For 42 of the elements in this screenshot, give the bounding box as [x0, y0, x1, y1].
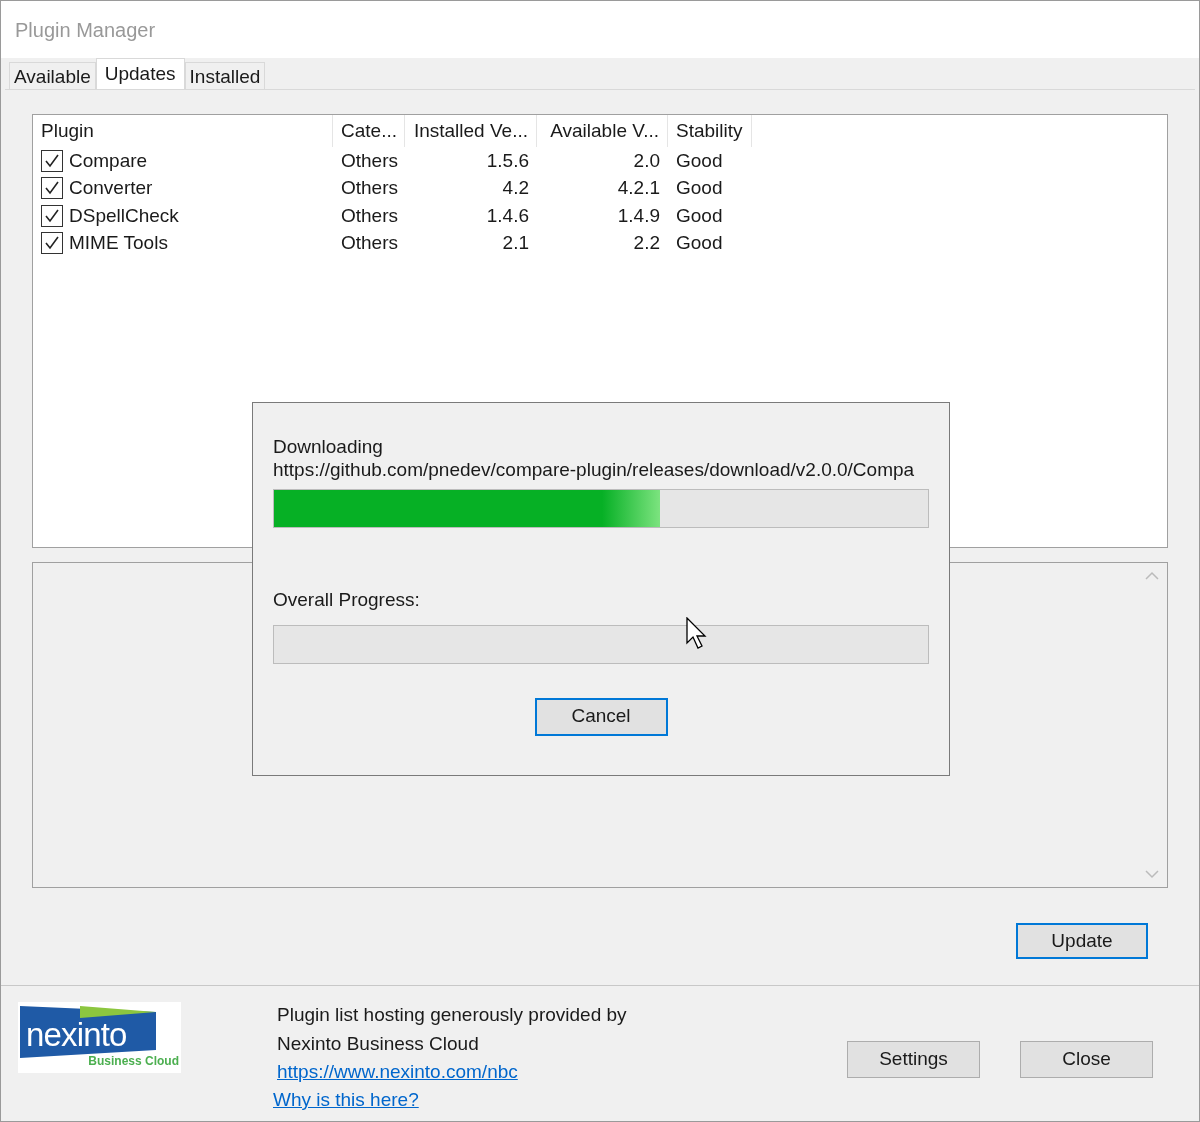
table-cell-text: Converter: [69, 176, 153, 200]
column-header[interactable]: Plugin: [33, 115, 333, 147]
tab[interactable]: Updates: [95, 58, 185, 89]
cancel-button[interactable]: Cancel: [534, 697, 668, 736]
column-header[interactable]: Available V...: [537, 115, 668, 147]
table-cell-text: Good: [676, 203, 723, 228]
credit-text: Plugin list hosting generously provided by: [276, 1003, 627, 1027]
tab[interactable]: Installed: [184, 62, 266, 89]
credit-text: Nexinto Business Cloud: [276, 1032, 480, 1056]
table-cell-text: 1.4.6: [486, 203, 529, 228]
table-cell-text: 2.0: [633, 148, 660, 173]
footer-button[interactable]: Settings: [847, 1041, 980, 1078]
table-cell-text: DSpellCheck: [69, 203, 179, 228]
tab[interactable]: Available: [9, 62, 96, 89]
overall-progress-label: Overall Progress:: [273, 588, 421, 612]
window-title: Plugin Manager: [15, 17, 156, 43]
logo-wordmark: nexinto: [26, 1018, 127, 1051]
table-cell-text: Others: [341, 203, 399, 228]
table-cell-text: 1.4.9: [617, 203, 660, 228]
link[interactable]: Why is this here?: [273, 1086, 419, 1114]
footer-button[interactable]: Close: [1020, 1041, 1153, 1078]
table-cell-text: 4.2: [502, 176, 529, 200]
table-cell-text: Good: [676, 176, 723, 200]
table-cell-text: 4.2.1: [617, 176, 660, 200]
table-cell-text: Good: [676, 148, 723, 173]
table-cell-text: MIME Tools: [69, 231, 168, 255]
column-header[interactable]: Stability: [668, 115, 752, 147]
table-cell-text: Good: [676, 231, 723, 255]
table-cell-text: Compare: [69, 148, 148, 173]
column-header[interactable]: Cate...: [333, 115, 405, 147]
logo-tagline: Business Cloud: [88, 1053, 179, 1070]
update-button[interactable]: Update: [1016, 923, 1148, 959]
download-url: https://github.com/pnedev/compare-plugin/releases/download/v2.0.0/Compa: [273, 458, 916, 481]
link[interactable]: https://www.nexinto.com/nbc: [273, 1058, 518, 1086]
table-cell-text: Others: [341, 148, 399, 173]
table-cell-text: 1.5.6: [486, 148, 529, 173]
table-cell-text: 2.2: [633, 231, 660, 255]
table-cell-text: Others: [341, 231, 399, 255]
table-cell-text: 2.1: [502, 231, 529, 255]
column-header[interactable]: Installed Ve...: [405, 115, 537, 147]
downloading-label: Downloading: [273, 435, 384, 458]
table-cell-text: Others: [341, 176, 399, 200]
